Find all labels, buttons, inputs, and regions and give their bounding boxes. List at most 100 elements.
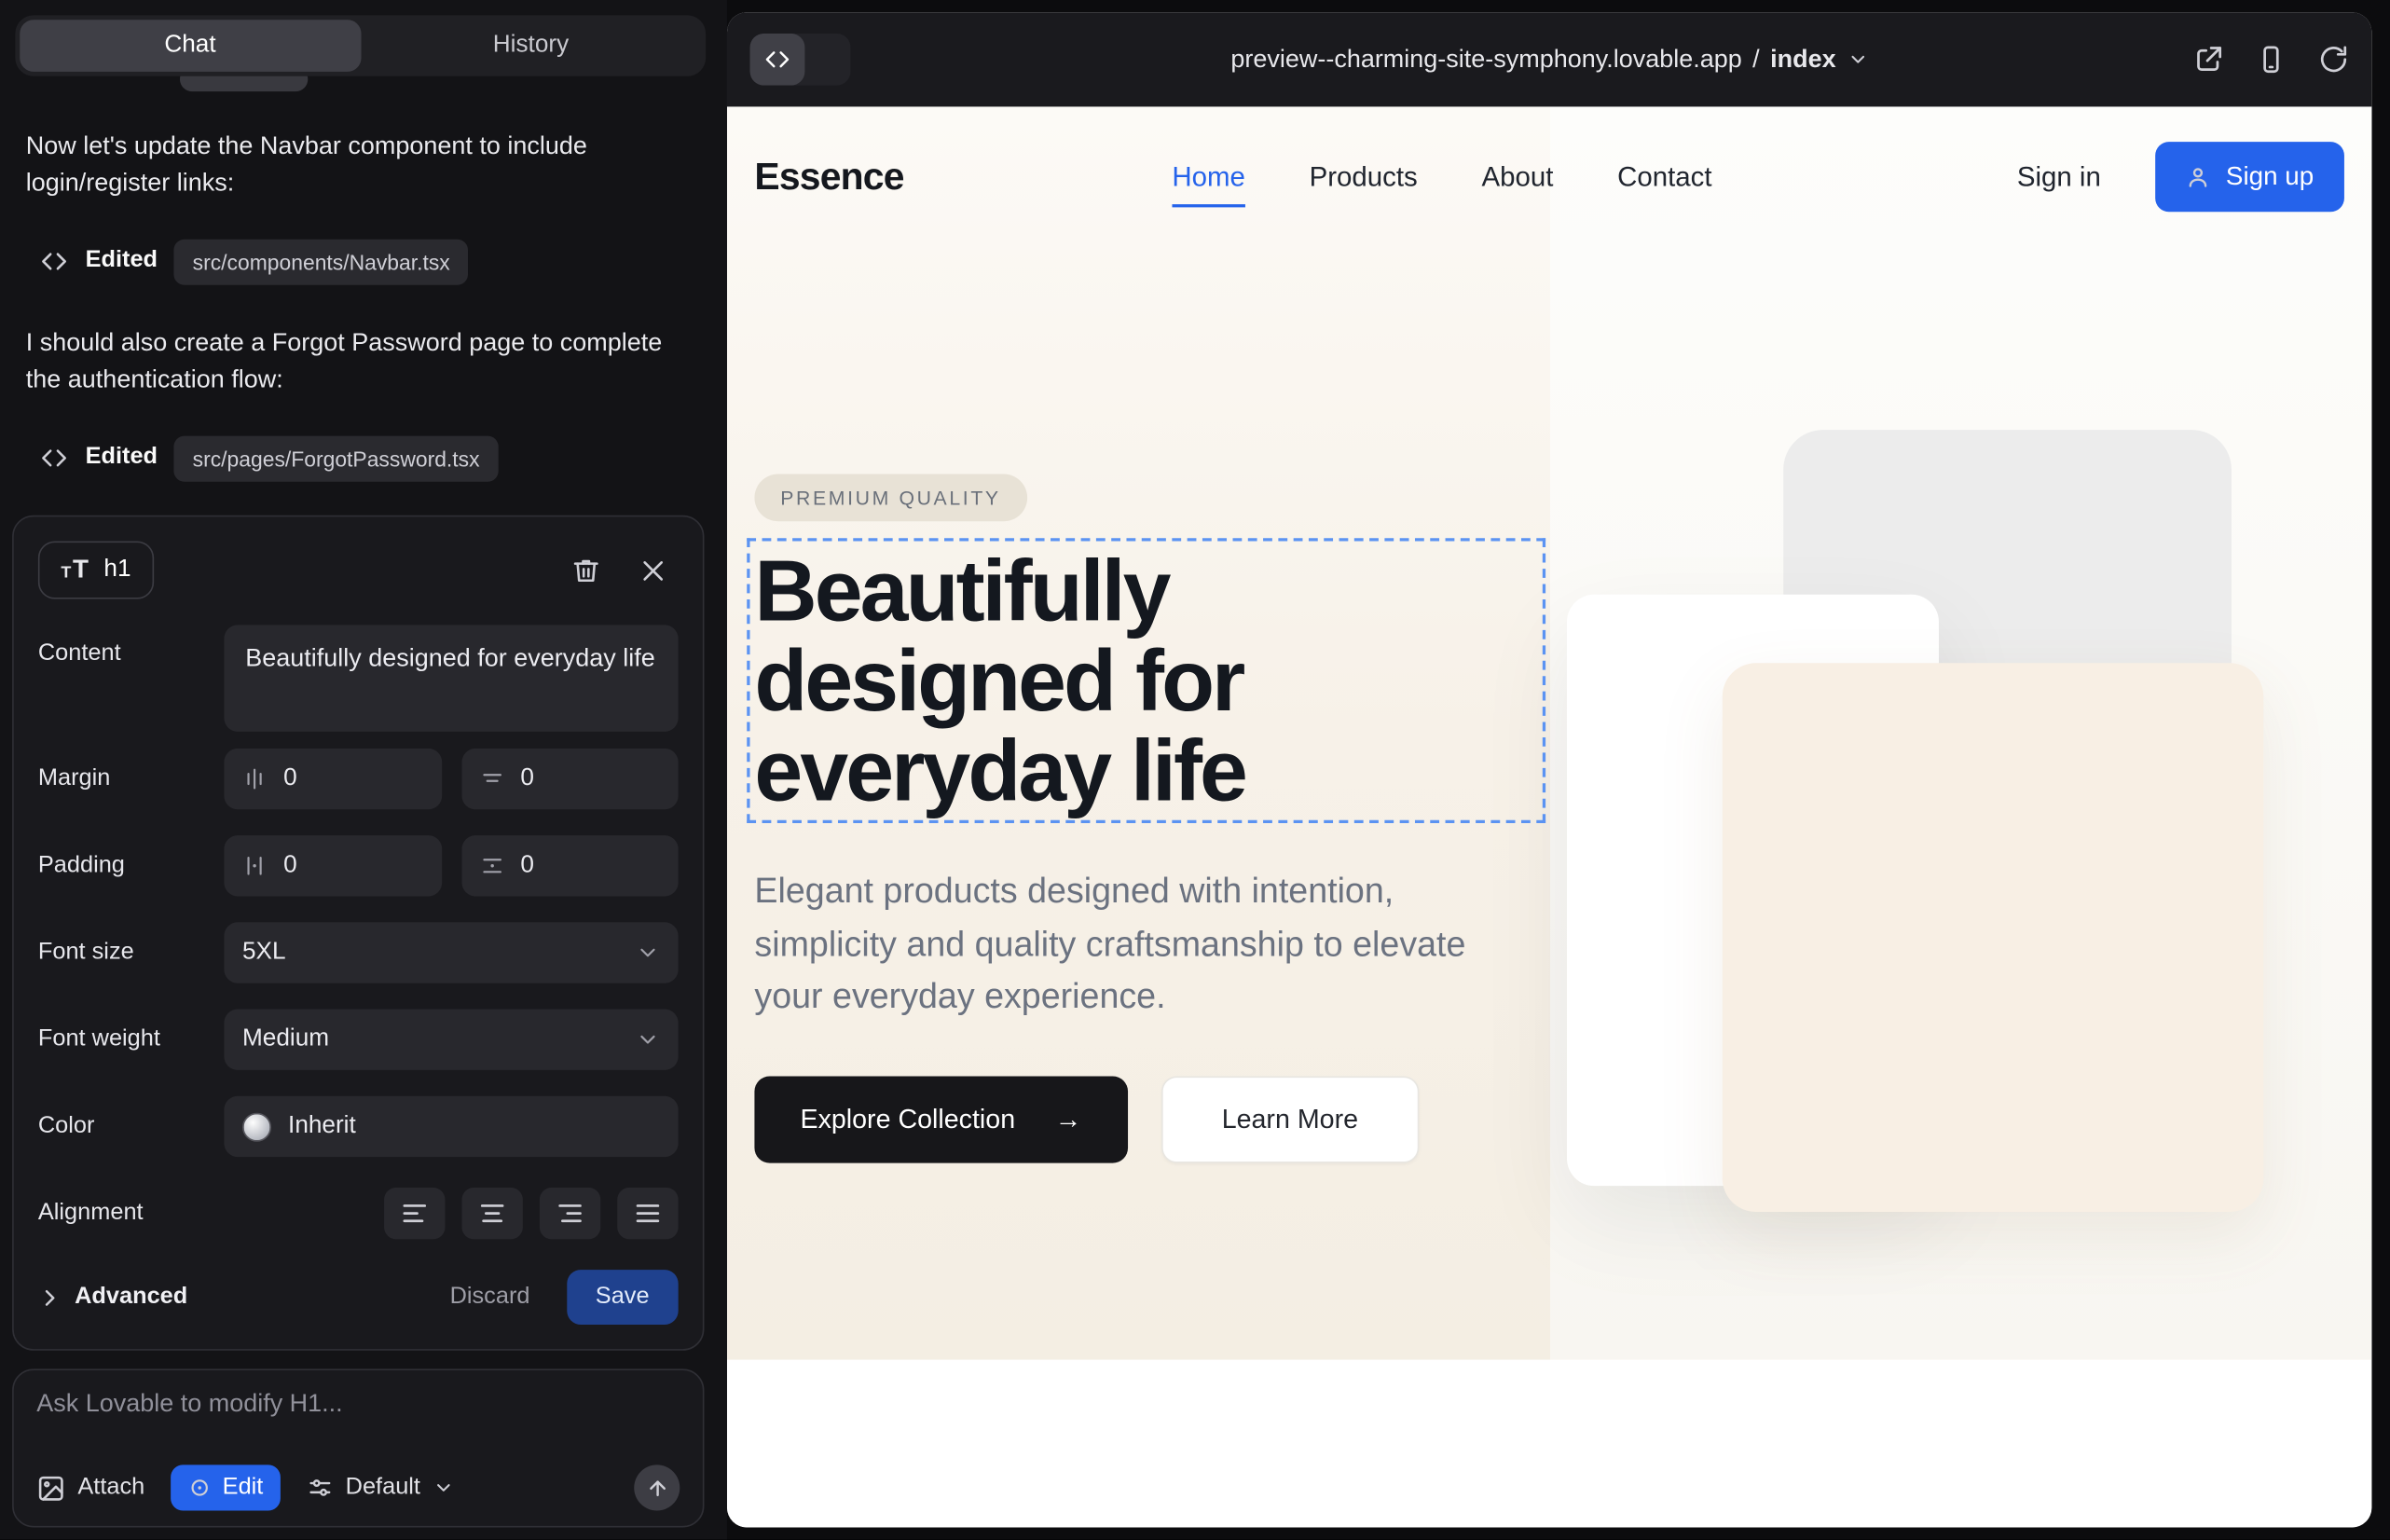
code-toggle-track — [804, 34, 850, 86]
site-auth: Sign in Sign up — [2017, 142, 2344, 212]
margin-vertical-input[interactable]: 0 — [224, 749, 441, 809]
code-icon — [40, 444, 69, 473]
preview-url-dropdown[interactable]: preview--charming-site-symphony.lovable.… — [1230, 45, 1868, 74]
edit-mode-toggle[interactable]: Edit — [171, 1464, 280, 1510]
nav-link-contact[interactable]: Contact — [1617, 161, 1711, 193]
margin-horizontal-icon — [479, 767, 503, 791]
margin-horizontal-input[interactable]: 0 — [461, 749, 679, 809]
selected-element-tag: h1 — [38, 541, 154, 598]
content-label: Content — [38, 625, 224, 667]
alignment-label: Alignment — [38, 1200, 224, 1227]
hero-heading-line: everyday life — [754, 727, 1245, 817]
chat-messages: Now let's update the Navbar component to… — [26, 128, 703, 521]
attach-image-icon — [36, 1473, 65, 1502]
chat-composer: Attach Edit Default — [12, 1368, 704, 1527]
site-brand[interactable]: Essence — [754, 155, 903, 199]
save-button[interactable]: Save — [567, 1270, 679, 1325]
chevron-down-icon — [1847, 48, 1868, 70]
align-right-button[interactable] — [540, 1188, 600, 1240]
align-left-button[interactable] — [384, 1188, 445, 1240]
edited-label: Edited — [86, 244, 158, 279]
hero-description: Elegant products designed with intention… — [754, 864, 1491, 1022]
hero-heading[interactable]: Beautifully designed for everyday life — [754, 547, 1245, 817]
code-icon — [750, 34, 805, 86]
align-justify-icon — [633, 1198, 664, 1229]
align-center-button[interactable] — [461, 1188, 522, 1240]
hero-cta-row: Explore Collection → Learn More — [754, 1076, 1419, 1162]
edited-file-row: Edited src/pages/ForgotPassword.tsx — [40, 435, 703, 482]
padding-horizontal-input[interactable]: 0 — [461, 835, 679, 896]
code-view-toggle[interactable] — [750, 34, 851, 86]
advanced-toggle[interactable]: Advanced — [38, 1284, 187, 1311]
explore-collection-label: Explore Collection — [800, 1104, 1015, 1135]
tab-chat[interactable]: Chat — [20, 20, 360, 72]
font-size-select[interactable]: 5XL — [224, 922, 678, 983]
edit-target-icon — [187, 1476, 212, 1500]
align-justify-button[interactable] — [617, 1188, 678, 1240]
url-separator: / — [1752, 45, 1760, 74]
font-weight-row: Font weight Medium — [38, 1010, 679, 1070]
sign-up-label: Sign up — [2226, 161, 2314, 192]
margin-vertical-value: 0 — [283, 765, 297, 792]
align-left-icon — [399, 1198, 430, 1229]
site-navbar: Essence Home Products About Contact Sign… — [727, 106, 2371, 246]
refresh-icon[interactable] — [2318, 44, 2349, 75]
nav-link-about[interactable]: About — [1481, 161, 1553, 193]
chevron-right-icon — [38, 1286, 62, 1309]
align-right-icon — [555, 1198, 585, 1229]
preview-page: index — [1770, 45, 1835, 74]
edited-label: Edited — [86, 441, 158, 475]
element-tag-label: h1 — [103, 557, 130, 584]
attach-button[interactable]: Attach — [36, 1473, 144, 1502]
sign-in-link[interactable]: Sign in — [2017, 161, 2101, 193]
file-path-chip[interactable]: src/pages/ForgotPassword.tsx — [174, 435, 498, 482]
edited-file-row: Edited src/components/Navbar.tsx — [40, 239, 703, 285]
preview-toolbar: preview--charming-site-symphony.lovable.… — [727, 12, 2371, 106]
nav-link-products[interactable]: Products — [1310, 161, 1418, 193]
send-button[interactable] — [634, 1464, 680, 1510]
padding-horizontal-value: 0 — [520, 852, 534, 879]
margin-vertical-icon — [242, 767, 267, 791]
chat-panel: Chat History Now let's update the Navbar… — [0, 0, 727, 1540]
discard-button[interactable]: Discard — [450, 1284, 530, 1311]
close-editor-button[interactable] — [626, 544, 679, 597]
color-row: Color Inherit — [38, 1096, 679, 1157]
delete-element-button[interactable] — [559, 544, 611, 597]
color-swatch — [242, 1112, 271, 1141]
font-weight-value: Medium — [242, 1025, 329, 1052]
site-preview: Essence Home Products About Contact Sign… — [727, 106, 2371, 1527]
color-select[interactable]: Inherit — [224, 1096, 678, 1157]
chat-message: Now let's update the Navbar component to… — [26, 128, 703, 201]
learn-more-button[interactable]: Learn More — [1161, 1076, 1419, 1162]
preview-window: preview--charming-site-symphony.lovable.… — [727, 12, 2371, 1527]
text-size-icon — [61, 555, 89, 585]
mobile-view-icon[interactable] — [2256, 44, 2287, 75]
font-weight-label: Font weight — [38, 1025, 224, 1052]
element-editor-panel: h1 Content — [12, 516, 704, 1351]
padding-vertical-input[interactable]: 0 — [224, 835, 441, 896]
model-selector[interactable]: Default — [306, 1474, 454, 1501]
composer-input[interactable] — [36, 1390, 680, 1419]
chevron-down-icon — [636, 1027, 660, 1052]
tab-history[interactable]: History — [361, 20, 701, 72]
open-in-new-tab-icon[interactable] — [2193, 44, 2224, 75]
margin-label: Margin — [38, 765, 224, 792]
padding-vertical-icon — [242, 854, 267, 878]
content-input[interactable]: Beautifully designed for everyday life — [224, 625, 678, 731]
file-path-chip[interactable]: src/components/Navbar.tsx — [174, 239, 468, 285]
align-center-icon — [477, 1198, 508, 1229]
padding-horizontal-icon — [479, 854, 503, 878]
nav-link-home[interactable]: Home — [1172, 161, 1245, 207]
explore-collection-button[interactable]: Explore Collection → — [754, 1076, 1127, 1162]
sign-up-button[interactable]: Sign up — [2156, 142, 2344, 212]
close-icon — [638, 556, 666, 584]
trash-icon — [570, 556, 599, 584]
arrow-up-icon — [646, 1477, 669, 1500]
decor-card-cream — [1723, 663, 2263, 1212]
site-nav-links: Home Products About Contact — [1172, 161, 1711, 193]
chat-message: I should also create a Forgot Password p… — [26, 324, 703, 398]
attach-label: Attach — [77, 1474, 144, 1501]
font-weight-select[interactable]: Medium — [224, 1010, 678, 1070]
composer-toolbar: Attach Edit Default — [36, 1464, 680, 1510]
app: Chat History Now let's update the Navbar… — [0, 0, 2390, 1540]
